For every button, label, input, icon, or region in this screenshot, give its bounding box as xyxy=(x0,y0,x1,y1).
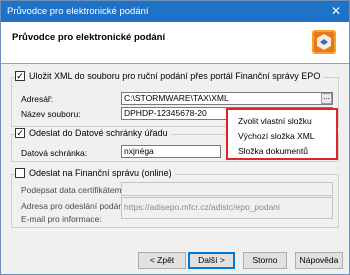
cancel-button[interactable]: Storno xyxy=(243,252,287,269)
fs-checkbox-row[interactable]: Odeslat na Finanční správu (online) xyxy=(15,168,175,178)
help-button[interactable]: Nápověda xyxy=(295,252,343,269)
menu-item-default-xml-folder[interactable]: Výchozí složka XML xyxy=(238,131,315,141)
address-label: Adresa pro odeslání podání: xyxy=(21,201,128,211)
wizard-window: Průvodce pro elektronické podání ✕ Průvo… xyxy=(0,0,350,275)
fs-checkbox[interactable] xyxy=(15,168,25,178)
next-button[interactable]: Další > xyxy=(188,252,235,269)
browse-folder-button[interactable]: ... xyxy=(321,93,332,104)
datovka-checkbox[interactable] xyxy=(15,128,25,138)
address-field: https://adisepo.mfcr.cz/adistc/epo_podan… xyxy=(121,197,333,219)
save-xml-checkbox[interactable] xyxy=(15,71,25,81)
cert-field xyxy=(121,182,333,196)
save-xml-checkbox-row[interactable]: Uložit XML do souboru pro ruční podání p… xyxy=(15,71,324,81)
folder-label: Adresář: xyxy=(21,94,54,104)
title-bar: Průvodce pro elektronické podání ✕ xyxy=(1,1,349,22)
epo-wizard-icon xyxy=(312,30,336,54)
wizard-header: Průvodce pro elektronické podání xyxy=(1,22,349,64)
close-icon[interactable]: ✕ xyxy=(331,4,341,18)
datovka-label: Odeslat do Datové schránky úřadu xyxy=(29,128,168,138)
menu-item-custom-folder[interactable]: Zvolit vlastní složku xyxy=(238,116,312,126)
menu-item-documents-folder[interactable]: Složka dokumentů xyxy=(238,146,308,156)
back-button[interactable]: < Zpět xyxy=(138,252,186,269)
email-label: E-mail pro informace: xyxy=(21,214,102,224)
folder-context-menu: Zvolit vlastní složku Výchozí složka XML… xyxy=(226,108,338,160)
save-xml-label: Uložit XML do souboru pro ruční podání p… xyxy=(29,71,321,81)
databox-label: Datová schránka: xyxy=(21,148,88,158)
cert-label: Podepsat data certifikátem: xyxy=(21,185,125,195)
datovka-checkbox-row[interactable]: Odeslat do Datové schránky úřadu xyxy=(15,128,171,138)
fs-label: Odeslat na Finanční správu (online) xyxy=(29,168,172,178)
page-title: Průvodce pro elektronické podání xyxy=(12,32,166,43)
wizard-body: Uložit XML do souboru pro ruční podání p… xyxy=(1,64,349,239)
databox-field[interactable]: nxjnéga xyxy=(121,145,221,158)
window-title: Průvodce pro elektronické podání xyxy=(7,6,149,17)
filename-label: Název souboru: xyxy=(21,109,81,119)
folder-field[interactable]: C:\STORMWARE\TAX\XML xyxy=(121,92,333,105)
